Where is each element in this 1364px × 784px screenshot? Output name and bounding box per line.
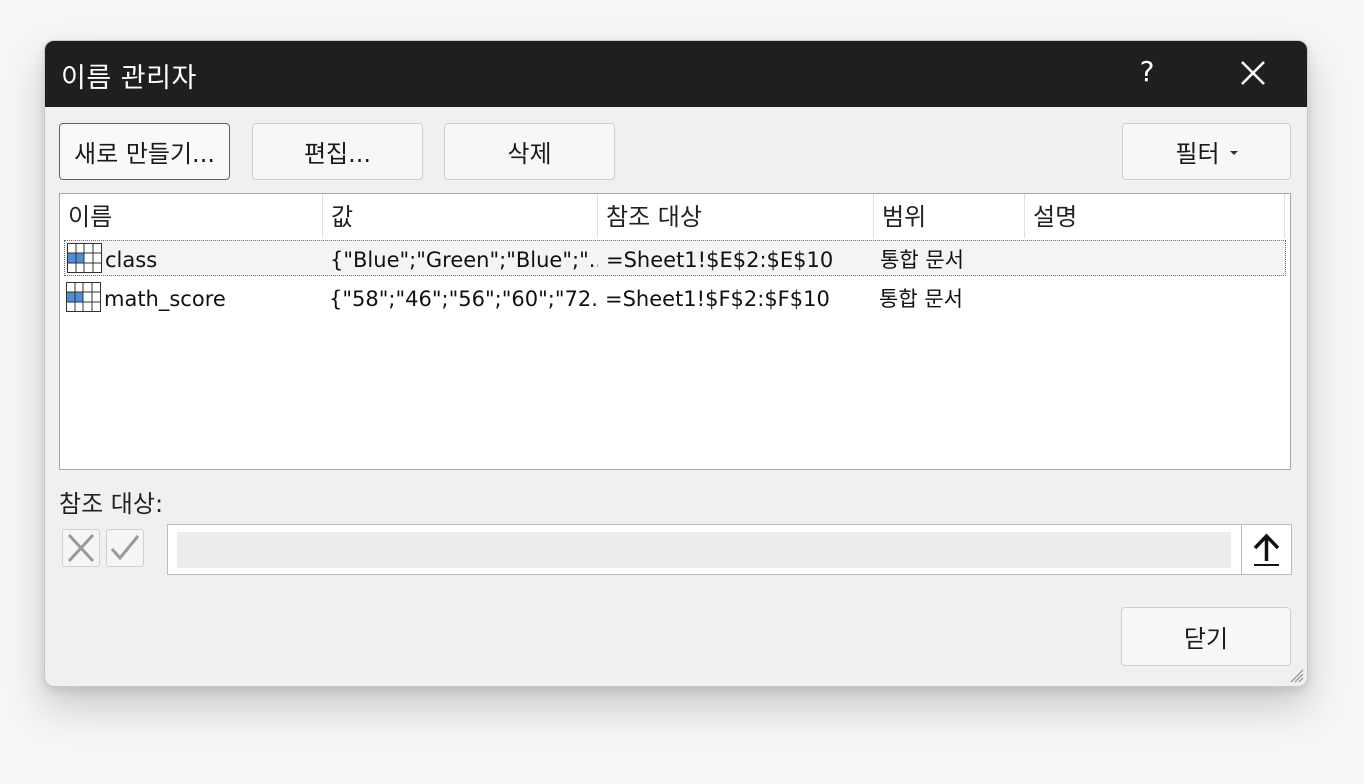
- names-list[interactable]: 이름 값 참조 대상 범위 설명 class {"Blue";"Green";"…: [59, 193, 1291, 470]
- refers-to-input[interactable]: [177, 532, 1231, 568]
- title-bar: 이름 관리자 ?: [45, 41, 1307, 107]
- close-window-button[interactable]: [1233, 55, 1273, 93]
- column-header-scope[interactable]: 범위: [874, 194, 1025, 238]
- row-comment: [1030, 280, 1280, 316]
- row-refers-to: =Sheet1!$F$2:$F$10: [605, 287, 830, 311]
- range-grid-icon: [66, 282, 101, 312]
- filter-button[interactable]: 필터: [1122, 123, 1291, 180]
- row-scope: 통합 문서: [879, 287, 963, 311]
- row-name: class: [105, 248, 158, 272]
- row-scope: 통합 문서: [880, 248, 964, 272]
- arrow-up-icon: [1253, 533, 1280, 566]
- new-name-button[interactable]: 새로 만들기...: [59, 123, 230, 180]
- resize-grip-icon[interactable]: [1286, 665, 1304, 683]
- dropdown-arrow-icon: [1229, 150, 1238, 155]
- confirm-edit-button[interactable]: [106, 529, 144, 567]
- cancel-edit-button[interactable]: [62, 529, 100, 567]
- column-header-comment[interactable]: 설명: [1025, 194, 1285, 238]
- delete-name-button[interactable]: 삭제: [444, 123, 615, 180]
- close-button[interactable]: 닫기: [1121, 607, 1291, 666]
- column-header-value[interactable]: 값: [323, 194, 598, 238]
- close-icon: [1241, 61, 1265, 85]
- row-name: math_score: [104, 287, 226, 311]
- row-value: {"Blue";"Green";"Blue";"...: [330, 248, 598, 272]
- checkmark-icon: [110, 535, 140, 561]
- row-refers-to: =Sheet1!$E$2:$E$10: [606, 248, 834, 272]
- help-button[interactable]: ?: [1135, 55, 1159, 91]
- list-row-math-score[interactable]: math_score {"58";"46";"56";"60";"72... =…: [64, 280, 1286, 316]
- refers-to-label: 참조 대상:: [59, 490, 164, 518]
- x-icon: [67, 533, 95, 563]
- column-header-refers-to[interactable]: 참조 대상: [598, 194, 874, 238]
- row-value: {"58";"46";"56";"60";"72...: [329, 287, 597, 311]
- filter-label: 필터: [1175, 140, 1220, 168]
- edit-name-button[interactable]: 편집...: [252, 123, 423, 180]
- list-header: 이름 값 참조 대상 범위 설명: [60, 194, 1290, 238]
- row-comment: [1031, 241, 1281, 277]
- refers-to-box: [167, 524, 1292, 575]
- column-header-name[interactable]: 이름: [60, 194, 323, 238]
- name-manager-dialog: 이름 관리자 ? 새로 만들기... 편집... 삭제 필터 이름 값 참조 대…: [44, 40, 1308, 687]
- dialog-title: 이름 관리자: [61, 63, 197, 94]
- list-row-class[interactable]: class {"Blue";"Green";"Blue";"... =Sheet…: [64, 240, 1286, 276]
- collapse-dialog-button[interactable]: [1241, 524, 1292, 575]
- range-grid-icon: [67, 243, 102, 273]
